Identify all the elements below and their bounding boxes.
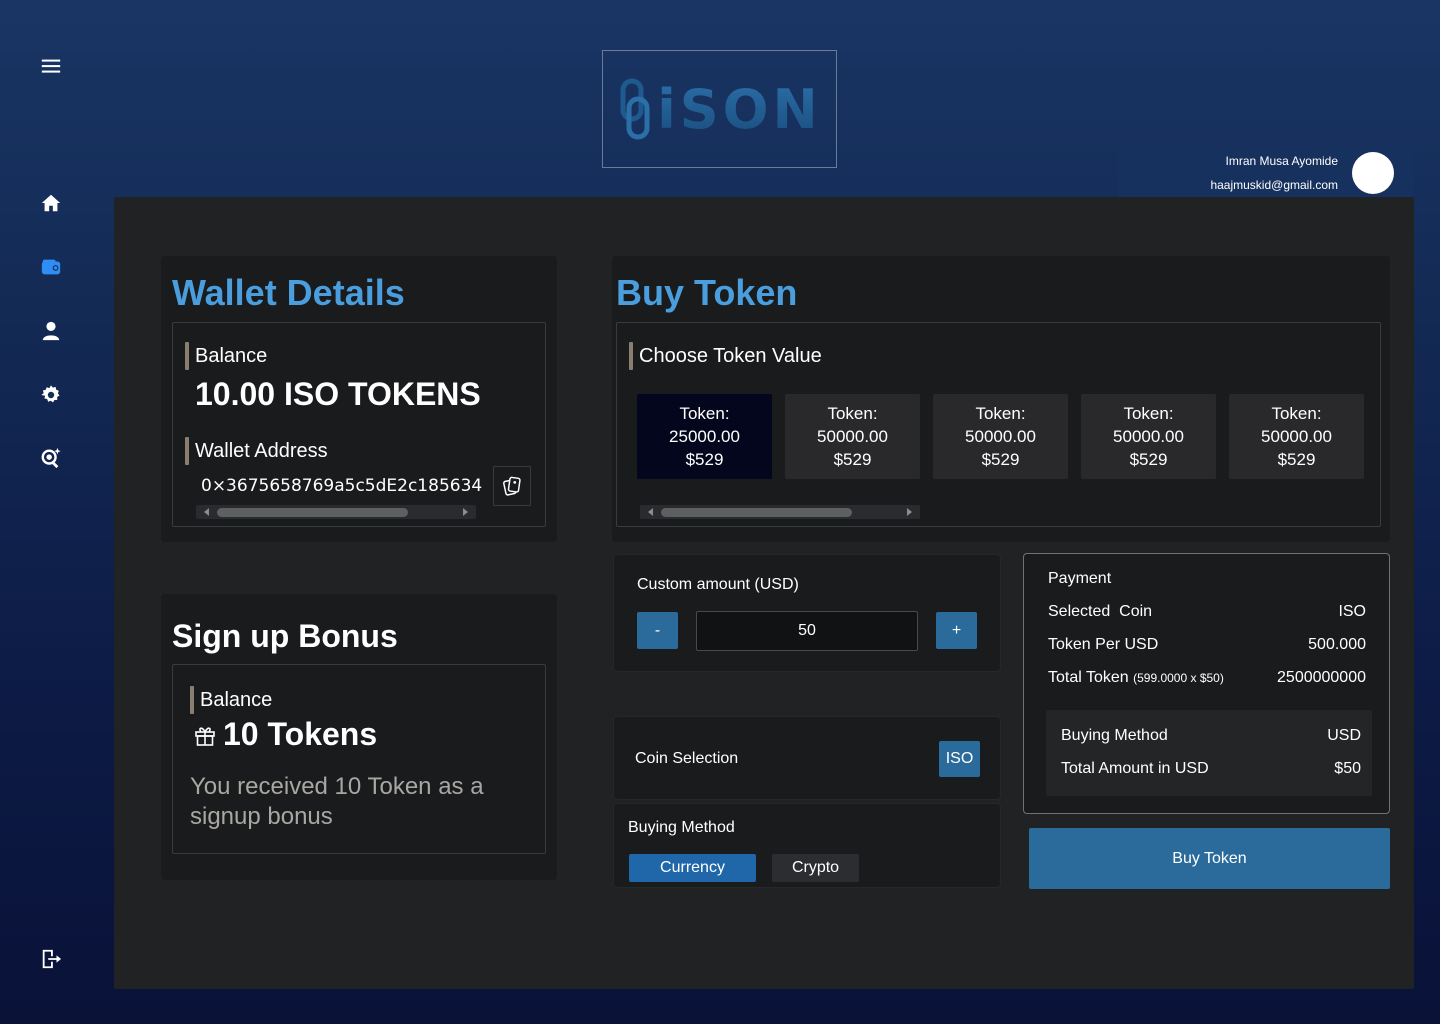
token-per-usd-label: Token Per USD	[1048, 636, 1159, 653]
token-option-2[interactable]: Token: 50000.00 $529	[785, 394, 920, 479]
token-option-5[interactable]: Token: 50000.00 $529	[1229, 394, 1364, 479]
token-option-amount: 50000.00	[965, 427, 1036, 446]
selected-coin-label: Selected Coin	[1048, 603, 1153, 620]
total-token-label-text: Total Token	[1048, 669, 1129, 686]
home-icon[interactable]	[38, 190, 64, 216]
buy-token-title: Buy Token	[616, 272, 798, 313]
token-options-scrollbar[interactable]	[640, 505, 920, 519]
payment-title: Payment	[1048, 570, 1112, 587]
menu-icon[interactable]	[38, 53, 64, 79]
search-icon[interactable]	[38, 445, 64, 471]
token-option-3[interactable]: Token: 50000.00 $529	[933, 394, 1068, 479]
custom-amount-input[interactable]: 50	[696, 611, 918, 651]
coin-selection-label: Coin Selection	[635, 750, 739, 767]
total-token-formula: (599.0000 x $50)	[1133, 671, 1224, 685]
balance-label: Balance	[185, 342, 267, 370]
user-name: Imran Musa Ayomide	[1225, 154, 1339, 168]
token-option-price: $529	[685, 450, 724, 469]
brand-logo: iSON	[602, 50, 837, 168]
total-amount-label: Total Amount in USD	[1061, 760, 1209, 777]
user-email: haajmuskid@gmail.com	[1210, 178, 1338, 192]
token-option-1[interactable]: Token: 25000.00 $529	[637, 394, 772, 479]
token-option-label: Token:	[975, 404, 1026, 423]
wallet-icon[interactable]	[38, 254, 64, 280]
wallet-details-title: Wallet Details	[172, 272, 405, 313]
total-amount-value: $50	[1334, 760, 1361, 777]
bonus-tokens-row: 10 Tokens	[193, 716, 377, 753]
gear-icon[interactable]	[38, 382, 64, 408]
wallet-address-label: Wallet Address	[185, 437, 328, 465]
token-option-amount: 50000.00	[1261, 427, 1332, 446]
buy-token-button[interactable]: Buy Token	[1029, 828, 1390, 889]
signup-bonus-title: Sign up Bonus	[172, 618, 398, 654]
bonus-balance-label: Balance	[190, 686, 272, 714]
copy-address-button[interactable]	[493, 466, 531, 506]
token-option-price: $529	[1277, 450, 1316, 469]
gift-icon	[195, 726, 215, 746]
token-per-usd-value: 500.000	[1308, 636, 1366, 653]
token-option-amount: 50000.00	[1113, 427, 1184, 446]
token-option-price: $529	[833, 450, 872, 469]
token-option-label: Token:	[1271, 404, 1322, 423]
buying-method-currency-tab[interactable]: Currency	[629, 854, 756, 882]
custom-amount-label: Custom amount (USD)	[637, 576, 799, 593]
payment-summary-box	[1046, 710, 1372, 796]
decrease-amount-button[interactable]: -	[637, 612, 678, 649]
token-option-amount: 50000.00	[817, 427, 888, 446]
user-icon[interactable]	[38, 318, 64, 344]
bonus-message: You received 10 Token as a signup bonus	[190, 773, 484, 830]
payment-buying-method-value: USD	[1327, 727, 1361, 744]
selected-coin-value: ISO	[1338, 603, 1366, 620]
user-profile-box[interactable]: Imran Musa Ayomide haajmuskid@gmail.com	[1118, 148, 1413, 198]
token-option-label: Token:	[1123, 404, 1174, 423]
logout-icon[interactable]	[38, 946, 64, 972]
total-token-value: 2500000000	[1277, 669, 1366, 686]
token-option-amount: 25000.00	[669, 427, 740, 446]
chain-link-icon	[620, 78, 650, 140]
balance-value: 10.00 ISO TOKENS	[195, 376, 481, 412]
choose-token-label: Choose Token Value	[629, 342, 822, 370]
avatar[interactable]	[1352, 152, 1394, 194]
address-scrollbar[interactable]	[196, 505, 476, 519]
token-option-4[interactable]: Token: 50000.00 $529	[1081, 394, 1216, 479]
copy-icon	[503, 476, 521, 496]
token-option-label: Token:	[679, 404, 730, 423]
buying-method-crypto-tab[interactable]: Crypto	[772, 854, 859, 882]
token-option-price: $529	[981, 450, 1020, 469]
total-token-label: Total Token (599.0000 x $50)	[1048, 669, 1224, 687]
payment-buying-method-label: Buying Method	[1061, 727, 1168, 744]
token-option-label: Token:	[827, 404, 878, 423]
buying-method-label: Buying Method	[628, 819, 735, 836]
token-option-price: $529	[1129, 450, 1168, 469]
increase-amount-button[interactable]: +	[936, 612, 977, 649]
logo-text: iSON	[657, 77, 822, 141]
bonus-tokens-value: 10 Tokens	[223, 716, 378, 752]
coin-select-button[interactable]: ISO	[939, 741, 980, 777]
wallet-address-value: 0×3675658769a5c5dE2c185634	[201, 476, 483, 496]
